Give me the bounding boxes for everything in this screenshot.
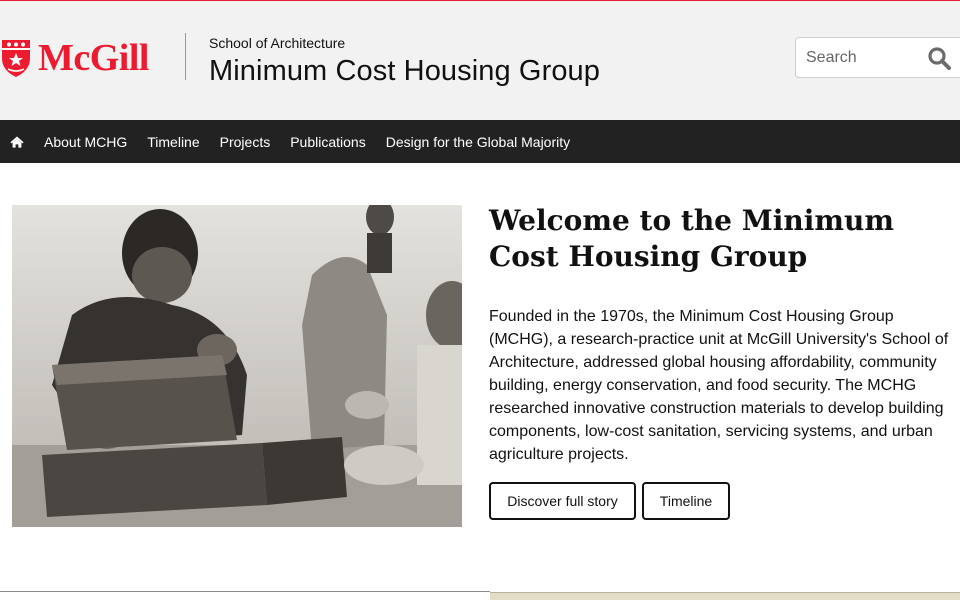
mcgill-shield-icon <box>2 40 30 77</box>
search-input[interactable] <box>806 47 916 69</box>
search-box <box>795 37 960 78</box>
mcgill-wordmark: McGill <box>38 37 149 79</box>
nav-item-publications[interactable]: Publications <box>290 134 366 150</box>
search-icon[interactable] <box>927 46 953 70</box>
school-link[interactable]: School of Architecture <box>209 35 345 51</box>
site-header: McGill School of Architecture Minimum Co… <box>0 1 960 120</box>
home-icon <box>10 136 24 148</box>
hero-photo <box>12 205 462 527</box>
section-divider <box>0 591 490 592</box>
nav-item-timeline[interactable]: Timeline <box>147 134 199 150</box>
intro-paragraph: Founded in the 1970s, the Minimum Cost H… <box>489 308 949 463</box>
mcgill-logo[interactable]: McGill <box>0 37 166 79</box>
site-title[interactable]: Minimum Cost Housing Group <box>209 55 600 88</box>
main-nav: About MCHG Timeline Projects Publication… <box>0 120 960 163</box>
nav-item-projects[interactable]: Projects <box>220 134 271 150</box>
nav-item-global-majority[interactable]: Design for the Global Majority <box>386 134 570 150</box>
hero-photo-illustration <box>12 205 462 527</box>
nav-item-about[interactable]: About MCHG <box>44 134 127 150</box>
timeline-button[interactable]: Timeline <box>642 482 730 520</box>
discover-story-button[interactable]: Discover full story <box>489 482 636 520</box>
welcome-heading: Welcome to the Minimum Cost Housing Grou… <box>489 204 894 273</box>
nav-home[interactable] <box>0 120 34 163</box>
header-divider <box>185 33 186 80</box>
next-section-photo <box>490 592 960 600</box>
